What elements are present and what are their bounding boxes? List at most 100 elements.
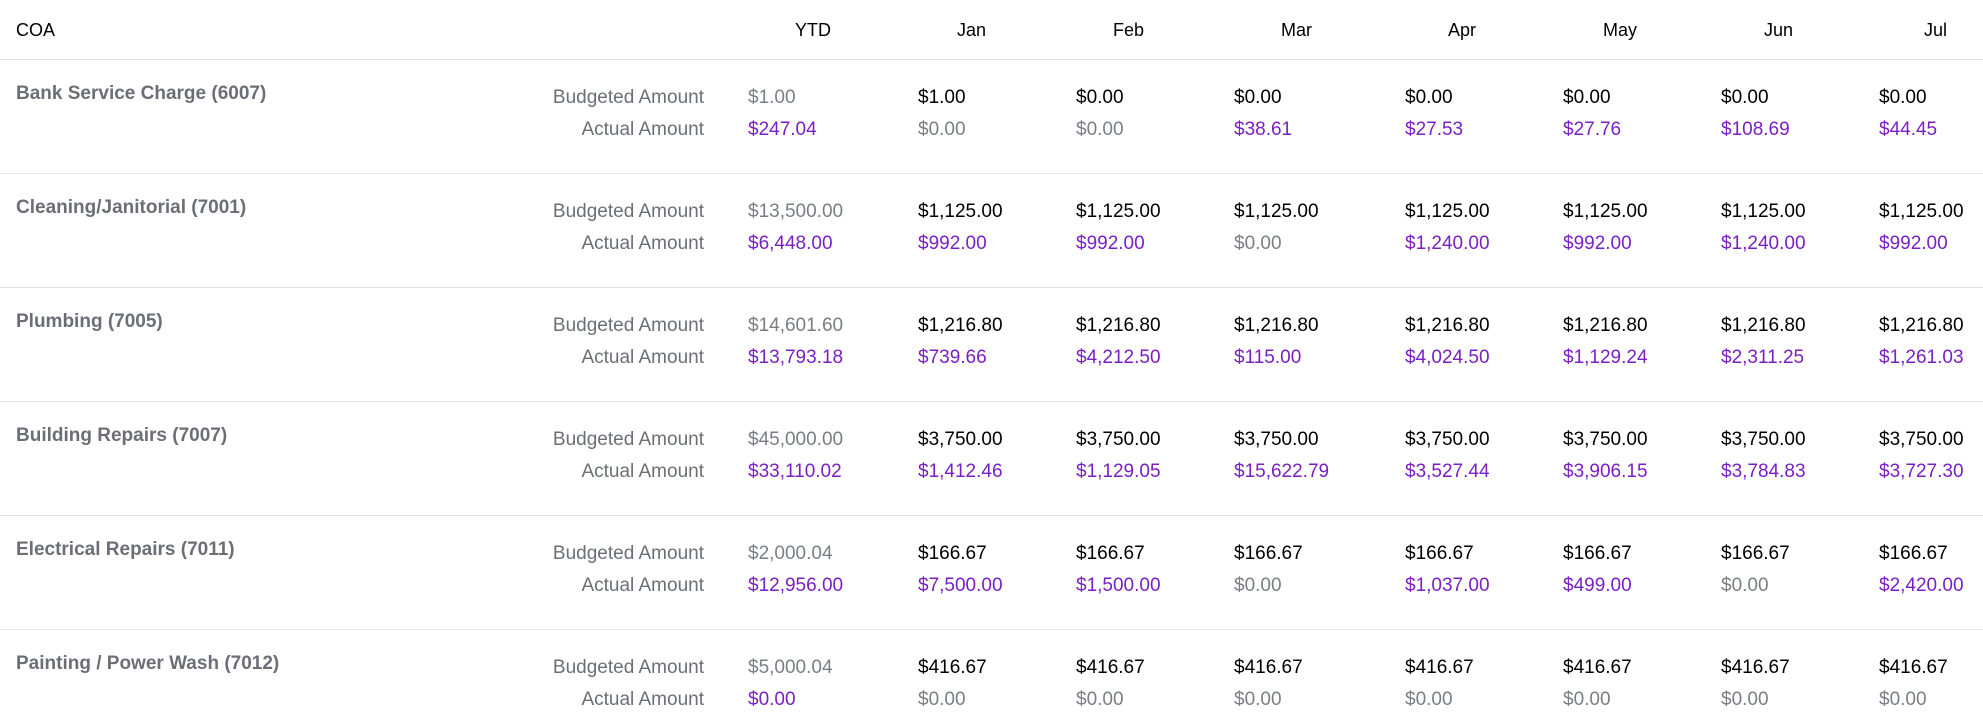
actual-amount-label: Actual Amount xyxy=(581,347,704,368)
budgeted-cell-jun: $416.67 xyxy=(1721,657,1790,678)
budgeted-cell-jun: $0.00 xyxy=(1721,87,1769,108)
budgeted-cell-mar: $416.67 xyxy=(1234,657,1303,678)
table-row: Electrical Repairs (7011) Budgeted Amount… xyxy=(0,516,1983,630)
budgeted-cell-ytd: $14,601.60 xyxy=(748,315,844,336)
actual-cell-may: $1,129.24 xyxy=(1563,347,1648,368)
table-row: Cleaning/Janitorial (7001) Budgeted Amoun… xyxy=(0,174,1983,288)
budgeted-cell-may: $0.00 xyxy=(1563,87,1611,108)
account-name-link[interactable]: Building Repairs (7007) xyxy=(16,425,227,447)
column-header-mar: Mar xyxy=(1281,20,1312,40)
column-header-jan: Jan xyxy=(956,20,986,40)
account-name-link[interactable]: Plumbing (7005) xyxy=(16,311,163,333)
actual-cell-ytd: $0.00 xyxy=(748,689,796,710)
budgeted-cell-apr: $3,750.00 xyxy=(1405,429,1490,450)
actual-cell-feb: $4,212.50 xyxy=(1076,347,1161,368)
budgeted-cell-jun: $1,216.80 xyxy=(1721,315,1806,336)
budgeted-cell-jan: $166.67 xyxy=(918,543,987,564)
budgeted-cell-jan: $1,125.00 xyxy=(918,201,1003,222)
actual-amount-label: Actual Amount xyxy=(581,689,704,710)
actual-cell-jun: $1,240.00 xyxy=(1721,233,1806,254)
actual-cell-may: $992.00 xyxy=(1563,233,1632,254)
budgeted-cell-feb: $1,125.00 xyxy=(1076,201,1161,222)
budgeted-cell-mar: $1,125.00 xyxy=(1234,201,1319,222)
budgeted-cell-may: $1,125.00 xyxy=(1563,201,1648,222)
account-name-link[interactable]: Bank Service Charge (6007) xyxy=(16,83,266,105)
column-header-feb: Feb xyxy=(1112,20,1144,40)
budgeted-cell-jul: $0.00 xyxy=(1879,87,1927,108)
actual-cell-jun: $2,311.25 xyxy=(1721,347,1805,368)
budgeted-cell-apr: $0.00 xyxy=(1405,87,1453,108)
actual-cell-jan: $739.66 xyxy=(918,347,987,368)
actual-cell-ytd: $12,956.00 xyxy=(748,575,844,596)
actual-cell-jul: $0.00 xyxy=(1879,689,1927,710)
actual-cell-mar: $15,622.79 xyxy=(1234,461,1330,482)
budgeted-cell-apr: $1,125.00 xyxy=(1405,201,1490,222)
actual-cell-feb: $992.00 xyxy=(1076,233,1145,254)
budgeted-cell-feb: $3,750.00 xyxy=(1076,429,1161,450)
actual-cell-mar: $0.00 xyxy=(1234,233,1282,254)
actual-amount-label: Actual Amount xyxy=(581,119,704,140)
actual-cell-jul: $992.00 xyxy=(1879,233,1948,254)
budgeted-amount-label: Budgeted Amount xyxy=(552,315,704,336)
budgeted-amount-label: Budgeted Amount xyxy=(552,87,704,108)
table-header: COA YTD Jan Feb Mar Apr May Jun Jul xyxy=(0,0,1983,60)
budgeted-cell-jan: $1.00 xyxy=(918,87,966,108)
actual-cell-jun: $3,784.83 xyxy=(1721,461,1806,482)
actual-cell-mar: $0.00 xyxy=(1234,575,1282,596)
actual-cell-jul: $3,727.30 xyxy=(1879,461,1964,482)
budgeted-cell-jul: $166.67 xyxy=(1879,543,1948,564)
column-header-jun: Jun xyxy=(1763,20,1793,40)
actual-cell-apr: $4,024.50 xyxy=(1405,347,1490,368)
actual-cell-jan: $992.00 xyxy=(918,233,987,254)
actual-cell-mar: $115.00 xyxy=(1234,347,1302,368)
budgeted-cell-mar: $1,216.80 xyxy=(1234,315,1319,336)
column-header-ytd: YTD xyxy=(795,20,831,40)
budgeted-cell-may: $416.67 xyxy=(1563,657,1632,678)
budgeted-cell-ytd: $5,000.04 xyxy=(748,657,833,678)
budgeted-cell-ytd: $45,000.00 xyxy=(748,429,844,450)
budgeted-amount-label: Budgeted Amount xyxy=(552,543,704,564)
budgeted-cell-ytd: $1.00 xyxy=(748,87,796,108)
budgeted-cell-jan: $3,750.00 xyxy=(918,429,1003,450)
budgeted-cell-feb: $0.00 xyxy=(1076,87,1124,108)
budgeted-cell-feb: $166.67 xyxy=(1076,543,1145,564)
budgeted-cell-jan: $1,216.80 xyxy=(918,315,1003,336)
budgeted-amount-label: Budgeted Amount xyxy=(552,201,704,222)
actual-cell-may: $499.00 xyxy=(1563,575,1632,596)
budgeted-cell-apr: $166.67 xyxy=(1405,543,1474,564)
actual-amount-label: Actual Amount xyxy=(581,233,704,254)
account-name-link[interactable]: Electrical Repairs (7011) xyxy=(16,539,235,561)
actual-cell-mar: $38.61 xyxy=(1234,119,1293,140)
column-header-jul: Jul xyxy=(1923,20,1947,40)
table-row: Plumbing (7005) Budgeted Amount Actual Amo… xyxy=(0,288,1983,402)
budgeted-cell-may: $3,750.00 xyxy=(1563,429,1648,450)
actual-cell-jan: $0.00 xyxy=(918,689,966,710)
actual-cell-apr: $3,527.44 xyxy=(1405,461,1490,482)
budgeted-cell-feb: $416.67 xyxy=(1076,657,1145,678)
budgeted-cell-jun: $3,750.00 xyxy=(1721,429,1806,450)
account-name-link[interactable]: Cleaning/Janitorial (7001) xyxy=(16,197,246,219)
actual-cell-ytd: $33,110.02 xyxy=(748,461,842,482)
budgeted-cell-may: $1,216.80 xyxy=(1563,315,1648,336)
account-name-link[interactable]: Painting / Power Wash (7012) xyxy=(16,653,279,675)
actual-cell-may: $0.00 xyxy=(1563,689,1611,710)
budgeted-cell-mar: $3,750.00 xyxy=(1234,429,1319,450)
actual-cell-jan: $1,412.46 xyxy=(918,461,1003,482)
budgeted-cell-apr: $1,216.80 xyxy=(1405,315,1490,336)
budgeted-cell-jun: $1,125.00 xyxy=(1721,201,1806,222)
budgeted-cell-ytd: $13,500.00 xyxy=(748,201,844,222)
column-header-may: May xyxy=(1602,20,1637,40)
table-row: Bank Service Charge (6007) Budgeted Amoun… xyxy=(0,60,1983,174)
actual-cell-mar: $0.00 xyxy=(1234,689,1282,710)
actual-cell-may: $27.76 xyxy=(1563,119,1622,140)
actual-cell-feb: $1,129.05 xyxy=(1076,461,1161,482)
budgeted-cell-jul: $1,216.80 xyxy=(1879,315,1964,336)
budgeted-cell-may: $166.67 xyxy=(1563,543,1632,564)
actual-cell-jul: $1,261.03 xyxy=(1879,347,1964,368)
budgeted-amount-label: Budgeted Amount xyxy=(552,657,704,678)
budgeted-cell-jun: $166.67 xyxy=(1721,543,1790,564)
actual-cell-feb: $0.00 xyxy=(1076,119,1124,140)
actual-cell-feb: $0.00 xyxy=(1076,689,1124,710)
budgeted-cell-ytd: $2,000.04 xyxy=(748,543,833,564)
budgeted-amount-label: Budgeted Amount xyxy=(552,429,704,450)
